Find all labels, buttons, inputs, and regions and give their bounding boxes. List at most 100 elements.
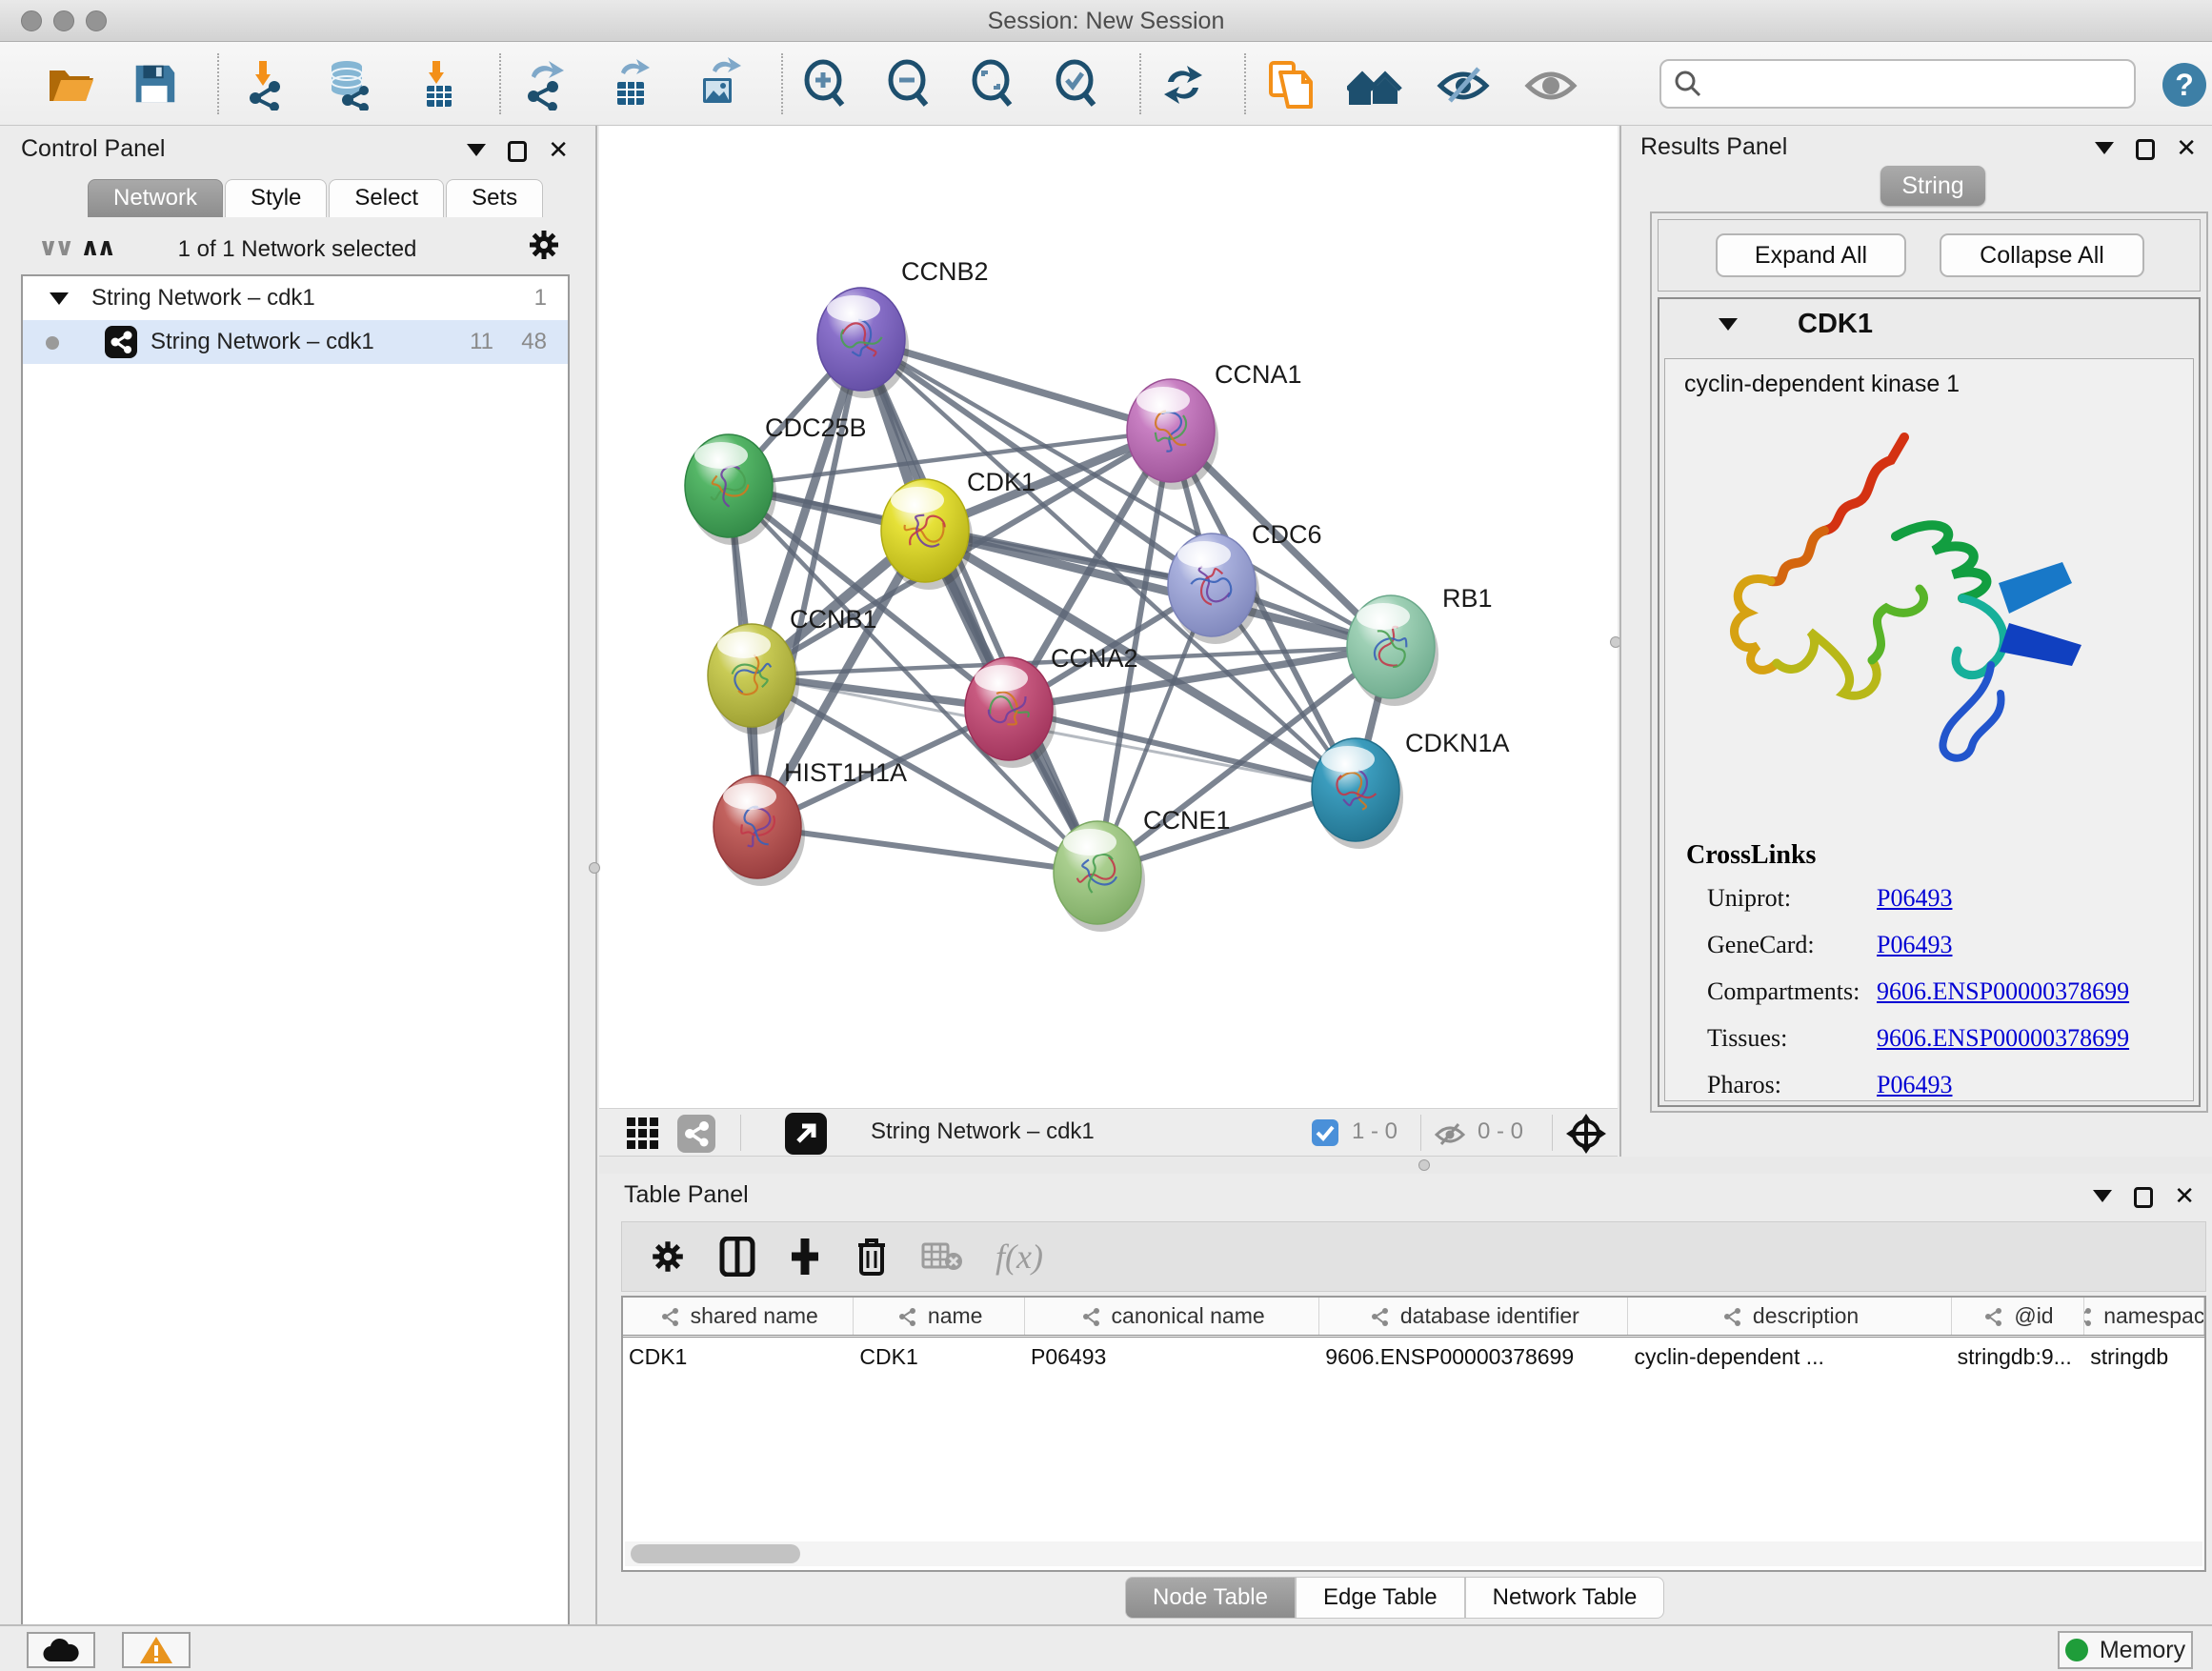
hidden-elements-icon[interactable] [1434, 1117, 1466, 1150]
show-all-button[interactable] [1522, 55, 1579, 112]
zoom-out-button[interactable] [880, 55, 937, 112]
column-header-namespace[interactable]: namespace [2084, 1298, 2204, 1335]
zoom-fit-button[interactable] [964, 55, 1021, 112]
warnings-button[interactable] [122, 1632, 191, 1668]
float-panel-button[interactable] [467, 144, 486, 156]
network-edge[interactable] [757, 827, 1097, 873]
network-options-gear-button[interactable] [526, 227, 562, 263]
table-options-gear-button[interactable] [649, 1238, 687, 1276]
open-session-button[interactable] [42, 55, 99, 112]
collection-expander-icon[interactable] [50, 292, 69, 305]
tab-network-table[interactable]: Network Table [1465, 1577, 1665, 1619]
collapse-all-button[interactable]: Collapse All [1940, 233, 2144, 277]
node-label: CDC25B [765, 413, 867, 442]
hide-selected-button[interactable] [1435, 55, 1492, 112]
column-header-description[interactable]: description [1628, 1298, 1951, 1335]
table-cell[interactable]: CDK1 [623, 1338, 854, 1378]
import-network-file-button[interactable] [234, 55, 292, 112]
help-button[interactable]: ? [2162, 63, 2206, 107]
tab-sets[interactable]: Sets [446, 179, 543, 217]
maximize-panel-button[interactable] [508, 141, 527, 162]
refresh-button[interactable] [1155, 55, 1212, 112]
zoom-selected-button[interactable] [1048, 55, 1105, 112]
crosslink-link[interactable]: P06493 [1877, 884, 1952, 913]
column-header-name[interactable]: name [854, 1298, 1025, 1335]
expand-all-button[interactable]: Expand All [1716, 233, 1906, 277]
network-node-CDK1[interactable]: CDK1 [881, 468, 1036, 590]
export-network-button[interactable] [514, 55, 572, 112]
save-session-button[interactable] [126, 55, 183, 112]
import-table-file-button[interactable] [408, 55, 465, 112]
table-cell[interactable]: stringdb [2084, 1338, 2204, 1378]
hidden-counts: 0 - 0 [1478, 1118, 1523, 1145]
add-column-button[interactable] [788, 1237, 822, 1277]
table-row[interactable]: CDK1CDK1P064939606.ENSP00000378699cyclin… [623, 1338, 2204, 1378]
network-edge[interactable] [757, 339, 861, 827]
maximize-panel-button[interactable] [2136, 139, 2155, 160]
node-entry-header[interactable]: CDK1 [1659, 299, 2199, 352]
network-row[interactable]: String Network – cdk1 11 48 [23, 320, 568, 364]
close-panel-button[interactable]: ✕ [548, 135, 569, 165]
zoom-in-button[interactable] [796, 55, 854, 112]
network-collection-row[interactable]: String Network – cdk1 1 [23, 276, 568, 320]
crosslink-link[interactable]: P06493 [1877, 931, 1952, 959]
table-cell[interactable]: CDK1 [854, 1338, 1025, 1378]
delete-table-button[interactable] [921, 1240, 963, 1273]
network-view-canvas[interactable]: CCNB2CCNA1CDC25BCDK1CDC6RB1CCNB1CCNA2CDK… [599, 126, 1618, 1108]
tab-select[interactable]: Select [329, 179, 444, 217]
tab-network[interactable]: Network [88, 179, 223, 217]
export-image-button[interactable] [690, 55, 747, 112]
table-cell[interactable]: P06493 [1025, 1338, 1319, 1378]
network-badge-icon[interactable] [677, 1115, 715, 1153]
horizontal-splitter-grip[interactable] [1418, 1159, 1430, 1171]
table-horizontal-scrollbar[interactable] [625, 1541, 2202, 1566]
network-edge-count: 48 [521, 320, 547, 364]
network-node-CCNE1[interactable]: CCNE1 [1054, 806, 1231, 932]
open-in-window-button[interactable] [785, 1113, 827, 1155]
network-node-RB1[interactable]: RB1 [1347, 584, 1493, 706]
left-splitter-grip[interactable] [589, 862, 600, 874]
float-panel-button[interactable] [2095, 142, 2114, 154]
maximize-panel-button[interactable] [2134, 1187, 2153, 1208]
column-header-database-identifier[interactable]: database identifier [1319, 1298, 1628, 1335]
tab-style[interactable]: Style [225, 179, 327, 217]
search-input[interactable] [1703, 70, 2113, 98]
table-cell[interactable]: 9606.ENSP00000378699 [1319, 1338, 1628, 1378]
network-node-CCNA2[interactable]: CCNA2 [965, 644, 1138, 768]
crosslink-link[interactable]: P06493 [1877, 1071, 1952, 1099]
export-table-button[interactable] [602, 55, 659, 112]
cloud-status-button[interactable] [27, 1632, 95, 1668]
tab-node-table[interactable]: Node Table [1125, 1577, 1296, 1619]
table-cell[interactable]: cyclin-dependent ... [1628, 1338, 1951, 1378]
selected-nodes-checkbox-icon[interactable] [1312, 1119, 1338, 1146]
horizontal-splitter[interactable] [599, 1157, 2212, 1174]
function-builder-button[interactable]: f(x) [995, 1237, 1043, 1277]
pan-crosshair-button[interactable] [1565, 1113, 1607, 1155]
network-node-HIST1H1A[interactable]: HIST1H1A [714, 758, 907, 886]
column-header-canonical-name[interactable]: canonical name [1025, 1298, 1319, 1335]
copy-button[interactable] [1259, 55, 1317, 112]
memory-button[interactable]: Memory [2058, 1631, 2193, 1669]
show-columns-button[interactable] [719, 1237, 755, 1277]
column-header-@id[interactable]: @id [1952, 1298, 2085, 1335]
home-button[interactable] [1347, 55, 1404, 112]
crosslink-link[interactable]: 9606.ENSP00000378699 [1877, 1024, 2129, 1053]
import-table-icon [410, 57, 463, 111]
tab-string[interactable]: String [1880, 166, 1985, 206]
scrollbar-thumb[interactable] [631, 1544, 800, 1563]
float-panel-button[interactable] [2093, 1190, 2112, 1202]
close-panel-button[interactable]: ✕ [2176, 133, 2197, 163]
table-cell[interactable]: stringdb:9... [1952, 1338, 2085, 1378]
network-node-CDKN1A[interactable]: CDKN1A [1312, 729, 1510, 849]
crosslink-link[interactable]: 9606.ENSP00000378699 [1877, 977, 2129, 1006]
close-panel-button[interactable]: ✕ [2174, 1181, 2195, 1211]
table-body: CDK1CDK1P064939606.ENSP00000378699cyclin… [623, 1338, 2204, 1378]
import-network-database-button[interactable] [320, 55, 377, 112]
tab-edge-table[interactable]: Edge Table [1296, 1577, 1465, 1619]
delete-column-button[interactable] [855, 1236, 889, 1278]
column-header-shared-name[interactable]: shared name [623, 1298, 854, 1335]
birdseye-grid-button[interactable] [626, 1117, 660, 1151]
entry-expander-icon[interactable] [1719, 318, 1738, 331]
toolbar-separator [740, 1115, 741, 1151]
network-edge[interactable] [1009, 709, 1356, 790]
